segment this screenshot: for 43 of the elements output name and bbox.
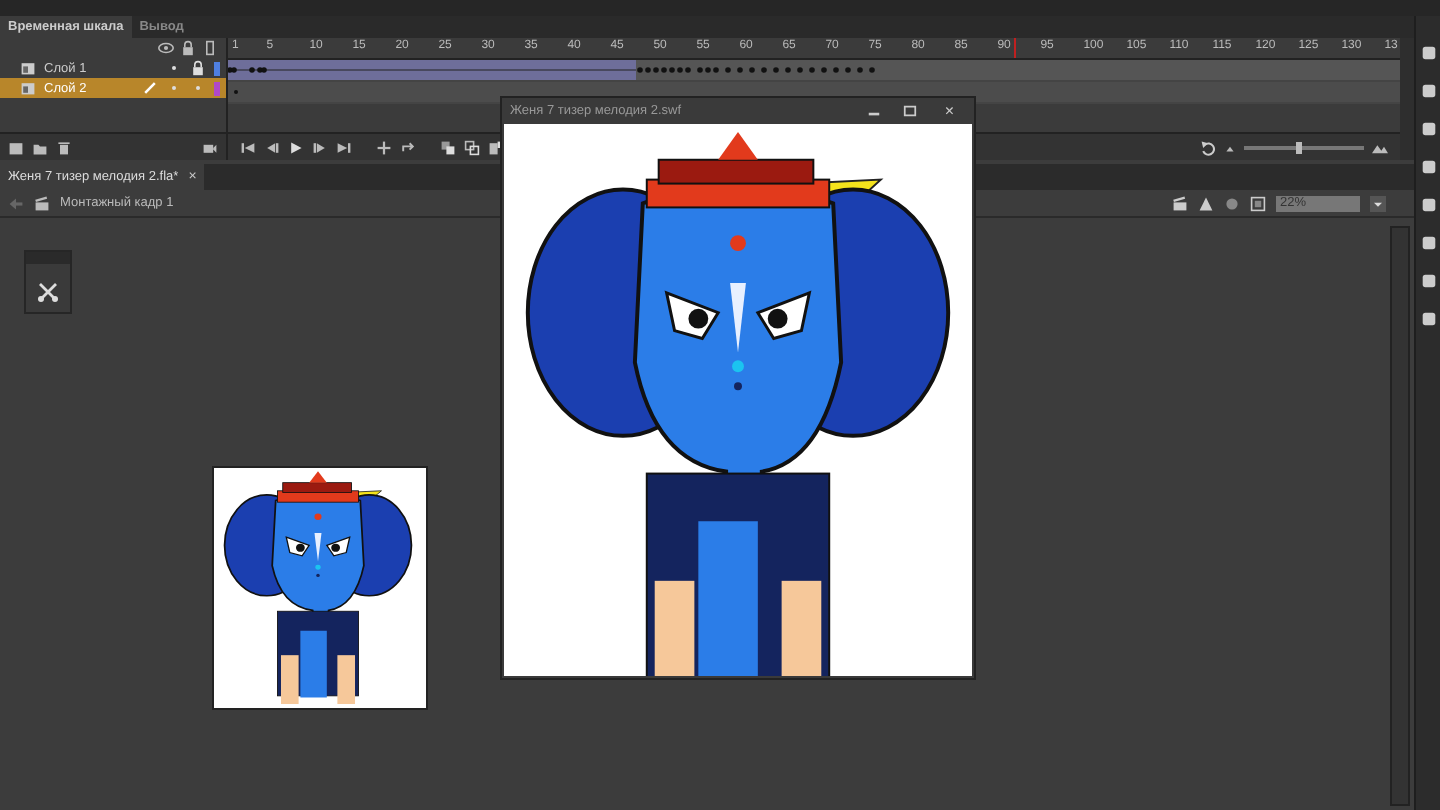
lock-icon[interactable] [180,40,196,56]
new-layer-icon[interactable] [8,139,24,155]
scissors-tool-icon[interactable] [36,280,60,304]
clip-content-icon[interactable] [1250,195,1266,211]
rotate-icon[interactable] [1200,139,1216,155]
step-back-icon[interactable] [264,139,280,155]
scrollbar[interactable] [1400,38,1414,160]
dropdown-icon[interactable] [1370,195,1386,211]
edit-symbol-icon[interactable] [1198,195,1214,211]
scrollbar[interactable] [1390,226,1410,806]
close-button[interactable]: × [932,102,966,120]
panel-icon[interactable] [1419,120,1437,138]
layer-icon [20,60,36,76]
panel-icon[interactable] [1419,196,1437,214]
panel-icon[interactable] [1419,272,1437,290]
layer-color-swatch[interactable] [214,61,220,75]
onion-skin-icon[interactable] [440,139,456,155]
panel-icon[interactable] [1419,158,1437,176]
pencil-icon [142,80,158,96]
layer-color-swatch[interactable] [214,81,220,95]
onion-outline-icon[interactable] [464,139,480,155]
eye-icon[interactable] [158,40,174,56]
loop-icon[interactable] [400,139,416,155]
play-icon[interactable] [288,139,304,155]
panel-icon[interactable] [1419,44,1437,62]
panel-icon[interactable] [1419,310,1437,328]
edit-scene-icon[interactable] [1172,195,1188,211]
small-mountain-icon[interactable] [1224,141,1236,153]
first-frame-icon[interactable] [240,139,256,155]
center-stage-icon[interactable] [1224,195,1240,211]
lock-icon[interactable] [190,60,206,76]
last-frame-icon[interactable] [336,139,352,155]
outline-icon[interactable] [202,40,218,56]
step-forward-icon[interactable] [312,139,328,155]
panel-icon[interactable] [1419,82,1437,100]
panel-icon[interactable] [1419,234,1437,252]
center-frame-icon[interactable] [376,139,392,155]
camera-icon[interactable] [202,139,218,155]
clapperboard-icon [34,195,50,211]
slider-thumb[interactable] [1295,141,1301,153]
trash-icon[interactable] [56,139,72,155]
folder-icon[interactable] [32,139,48,155]
layer-icon [20,80,36,96]
